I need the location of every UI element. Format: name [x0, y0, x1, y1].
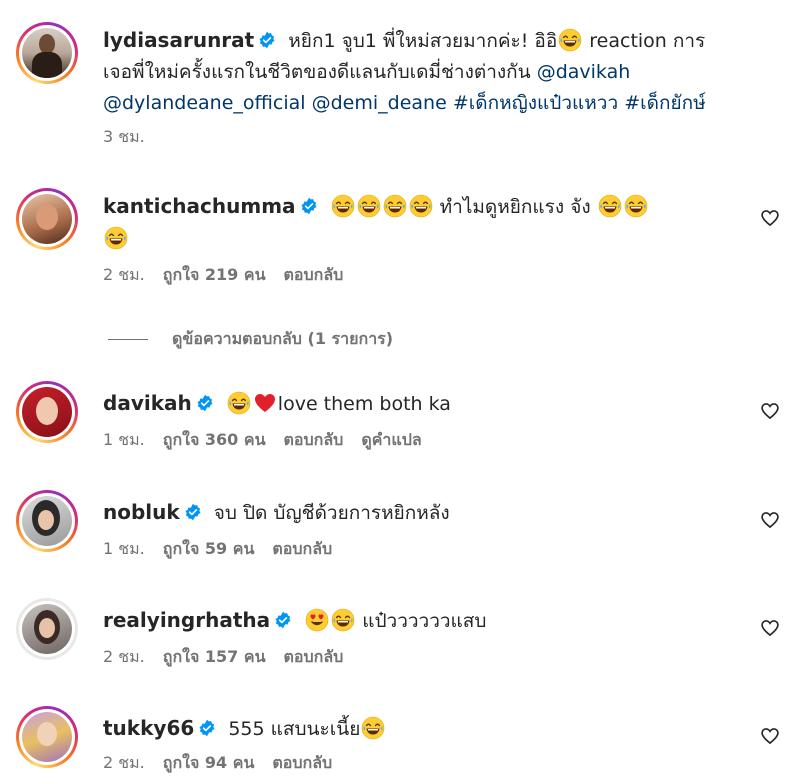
avatar — [22, 387, 72, 437]
tears-of-joy-emoji — [227, 391, 251, 415]
avatar — [22, 194, 72, 244]
comment-text: จบ ปิด บัญชีด้วยการหยิกหลัง — [213, 502, 450, 524]
tears-of-joy-emoji — [357, 194, 381, 218]
avatar — [22, 604, 72, 654]
heart-eyes-emoji — [305, 608, 329, 632]
avatar-ring[interactable] — [16, 22, 78, 84]
like-count[interactable]: ถูกใจ 219 คน — [163, 265, 266, 284]
verified-badge-icon — [274, 611, 292, 629]
timestamp: 1 ชม. — [103, 539, 145, 558]
caption-text: หยิก1 จูบ1 พี่ใหม่สวยมากค่ะ! อิอิ — [288, 30, 558, 52]
username[interactable]: kanticha​chumma — [103, 194, 296, 218]
comment-text: love them both ka — [277, 393, 451, 415]
hashtag-link[interactable]: #เด็กยักษ์ — [624, 92, 705, 114]
reply-button[interactable]: ตอบกลับ — [272, 753, 332, 772]
heart-outline-icon[interactable] — [760, 618, 780, 638]
reply-button[interactable]: ตอบกลับ — [284, 265, 344, 284]
username[interactable]: lydiasarunrat — [103, 28, 254, 52]
heart-outline-icon[interactable] — [760, 510, 780, 530]
like-count[interactable]: ถูกใจ 360 คน — [163, 430, 266, 449]
timestamp: 1 ชม. — [103, 430, 145, 449]
avatar — [22, 496, 72, 546]
tears-of-joy-emoji — [104, 226, 128, 250]
tears-of-joy-emoji — [598, 194, 622, 218]
tears-of-joy-emoji — [624, 194, 648, 218]
verified-badge-icon — [198, 719, 216, 737]
tears-of-joy-emoji — [558, 28, 582, 52]
avatar — [22, 712, 72, 762]
heart-outline-icon[interactable] — [760, 401, 780, 421]
username[interactable]: realyingrhatha — [103, 608, 270, 632]
timestamp: 2 ชม. — [103, 647, 145, 666]
divider — [108, 339, 148, 340]
verified-badge-icon — [196, 394, 214, 412]
red-heart-emoji — [253, 391, 277, 415]
avatar — [22, 28, 72, 78]
caption-text-b: reaction การ — [583, 30, 706, 52]
translate-button[interactable]: ดูคำแปล — [361, 430, 421, 449]
avatar-ring[interactable] — [16, 598, 78, 660]
heart-outline-icon[interactable] — [760, 208, 780, 228]
hashtag-link[interactable]: #เด็กหญิงแป๋วแหวว — [453, 92, 618, 114]
like-count[interactable]: ถูกใจ 157 คน — [163, 647, 266, 666]
verified-badge-icon — [258, 31, 276, 49]
tears-of-joy-emoji — [331, 194, 355, 218]
tears-of-joy-emoji — [361, 716, 385, 740]
avatar-ring[interactable] — [16, 706, 78, 768]
avatar-ring[interactable] — [16, 490, 78, 552]
username[interactable]: nobluk — [103, 500, 180, 524]
tears-of-joy-emoji — [383, 194, 407, 218]
username[interactable]: tukky66 — [103, 716, 194, 740]
tears-of-joy-emoji — [331, 608, 355, 632]
like-count[interactable]: ถูกใจ 94 คน — [163, 753, 255, 772]
like-count[interactable]: ถูกใจ 59 คน — [163, 539, 255, 558]
view-replies-label: ดูข้อความตอบกลับ (1 รายการ) — [172, 329, 394, 348]
username[interactable]: davikah — [103, 391, 192, 415]
view-replies-button[interactable]: ดูข้อความตอบกลับ (1 รายการ) — [108, 327, 393, 352]
verified-badge-icon — [184, 503, 202, 521]
heart-outline-icon[interactable] — [760, 726, 780, 746]
tears-of-joy-emoji — [409, 194, 433, 218]
reply-button[interactable]: ตอบกลับ — [284, 430, 344, 449]
avatar-ring[interactable] — [16, 381, 78, 443]
timestamp: 2 ชม. — [103, 753, 145, 772]
avatar-ring[interactable] — [16, 188, 78, 250]
comment-text: 555 แสบนะเนี้ย — [228, 718, 361, 740]
mention-link[interactable]: @davikah — [537, 61, 631, 83]
verified-badge-icon — [300, 197, 318, 215]
reply-button[interactable]: ตอบกลับ — [272, 539, 332, 558]
timestamp: 3 ชม. — [103, 127, 145, 146]
comment-text: ทำไมดูหยิกแรง จัง — [439, 196, 591, 218]
mention-link[interactable]: @dylandeane_official — [103, 92, 306, 114]
caption-text-2: เจอพี่ใหม่ครั้งแรกในชีวิตของดีแลนกับเดมี… — [103, 61, 537, 83]
reply-button[interactable]: ตอบกลับ — [284, 647, 344, 666]
comment-text: แป๋ววววววแสบ — [362, 610, 487, 632]
timestamp: 2 ชม. — [103, 265, 145, 284]
mention-link[interactable]: @demi_deane — [312, 92, 447, 114]
